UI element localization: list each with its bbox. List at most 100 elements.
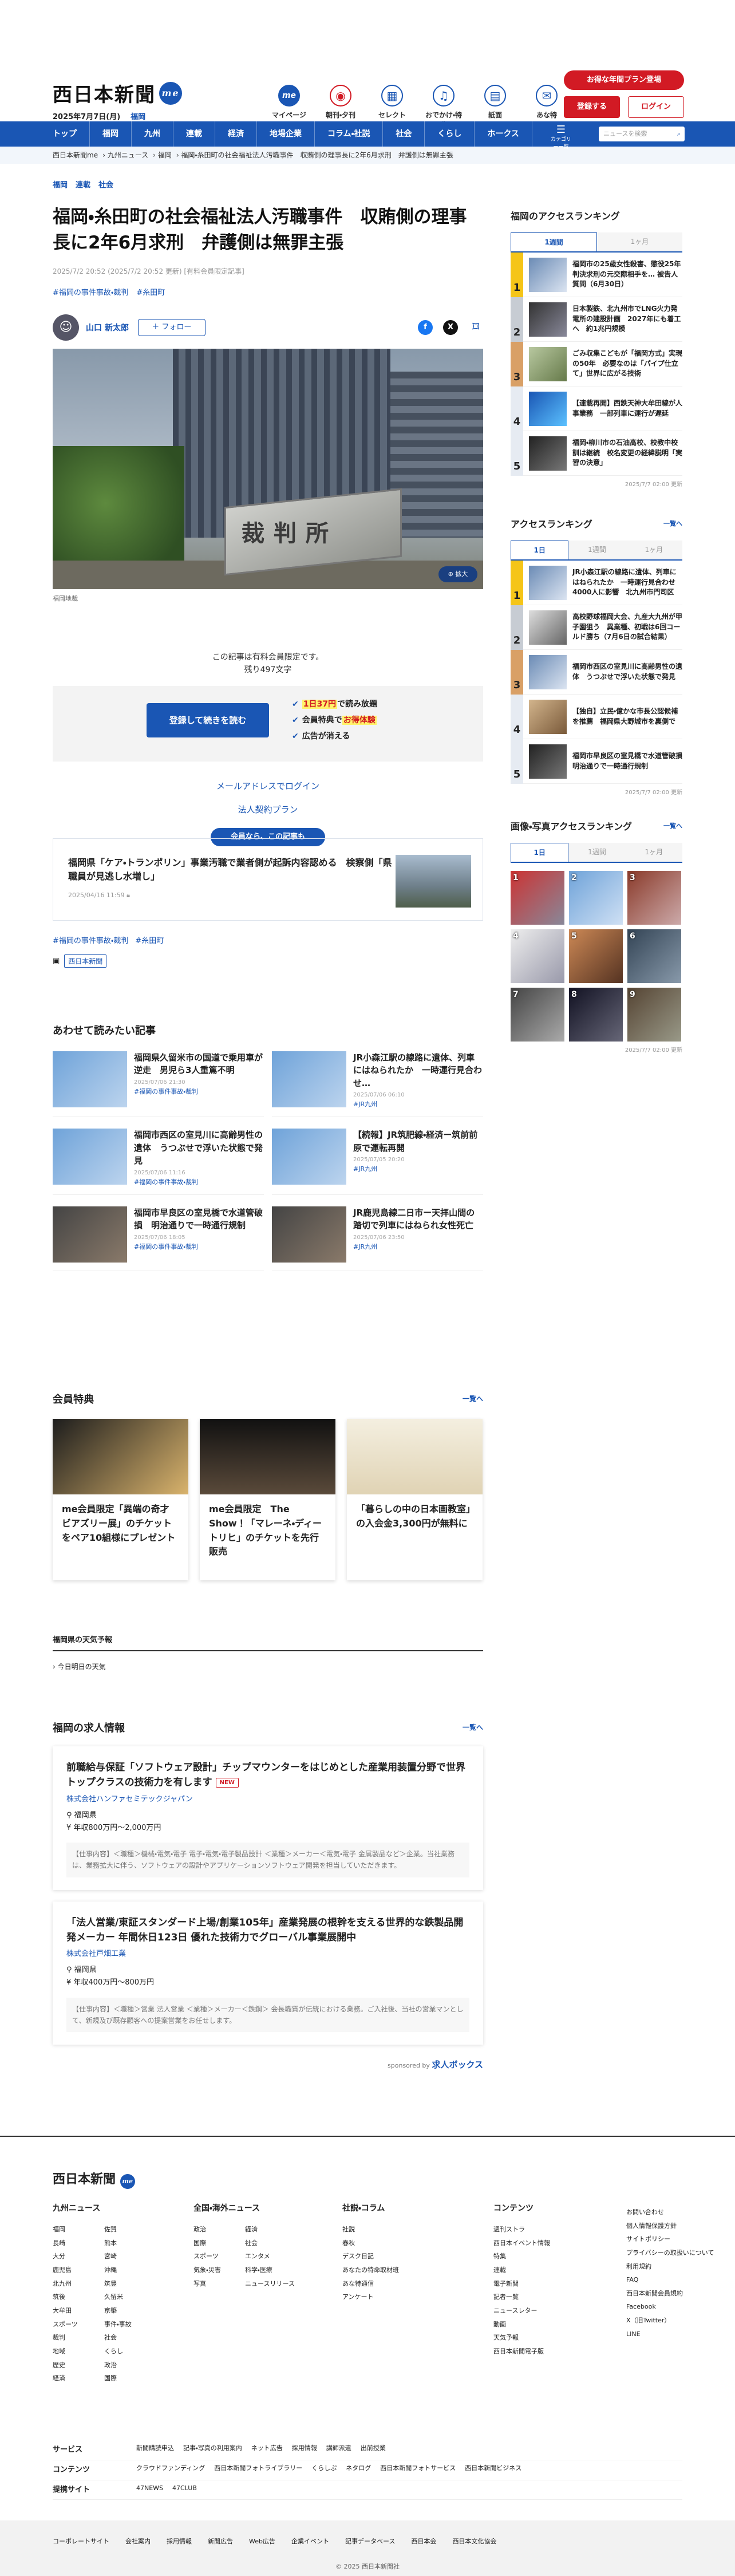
follow-button[interactable]: ＋ フォロー: [137, 318, 206, 336]
ranking-item[interactable]: 5 福岡・柳川市の石油高校、校教中校訓は継続 校名変更の経緯説明「実習の決意」: [511, 431, 682, 476]
footer-link[interactable]: ニュースレター: [493, 2304, 550, 2318]
mail-login-link[interactable]: メールアドレスでログイン: [53, 780, 483, 792]
footer-link[interactable]: 西日本イベント情報: [493, 2236, 550, 2250]
footer-link[interactable]: 大分: [53, 2250, 104, 2263]
campaign-button[interactable]: お得な年間プラン登場: [564, 70, 684, 90]
ranking-item[interactable]: 1 福岡市の25歳女性殺害、懲役25年判決求刑の元交際相手を… 被告人質問（6月3…: [511, 252, 682, 297]
footer-link[interactable]: 個人情報保護方針: [626, 2219, 714, 2233]
gnav-item[interactable]: 経済: [215, 121, 257, 147]
footer-service-link[interactable]: 47CLUB: [172, 2480, 197, 2500]
breadcrumb-item[interactable]: 西日本新聞me: [53, 151, 98, 159]
gnav-item[interactable]: 九州: [132, 121, 173, 147]
footer-bottom-link[interactable]: 西日本文化協会: [452, 2536, 496, 2546]
footer-link[interactable]: 経済: [245, 2223, 297, 2236]
footer-link[interactable]: LINE: [626, 2328, 714, 2341]
category-link[interactable]: #糸田町: [136, 286, 165, 297]
footer-link[interactable]: 大牟田: [53, 2304, 104, 2318]
footer-link[interactable]: 歴史: [53, 2358, 104, 2372]
ranking-item[interactable]: 2 高校野球福岡大会、九産大九州が甲子園狙う 異業種、初戦は6回コールド勝ち（7月…: [511, 605, 682, 650]
publisher-badge[interactable]: 西日本新聞: [64, 954, 107, 968]
footer-link[interactable]: 筑豊: [104, 2277, 156, 2291]
gnav-item[interactable]: くらし: [425, 121, 475, 147]
footer-link[interactable]: アンケート: [342, 2290, 399, 2304]
ranking-item[interactable]: 4 【連載再開】西鉄天神大牟田線が人事業務 一部列車に運行が遅延: [511, 386, 682, 431]
tab-day[interactable]: 1日: [511, 541, 569, 559]
gnav-item[interactable]: 連載: [173, 121, 215, 147]
footer-link[interactable]: 政治: [193, 2223, 245, 2236]
header-region[interactable]: 福岡: [131, 113, 145, 121]
footer-bottom-link[interactable]: 新聞広告: [208, 2536, 233, 2546]
register-button[interactable]: 登録する: [564, 96, 620, 118]
footer-service-link[interactable]: くらしぷ: [311, 2460, 337, 2480]
photo-ranking-item[interactable]: 3: [627, 871, 681, 925]
footer-link[interactable]: 久留米: [104, 2290, 156, 2304]
related-item[interactable]: 福岡市早良区の室見橋で水道管破損 明治通りで一時通行規制 2025/07/06 1…: [53, 1206, 264, 1271]
gnav-item[interactable]: トップ: [53, 121, 90, 147]
footer-link[interactable]: ニュースリリース: [245, 2277, 297, 2291]
footer-bottom-link[interactable]: 記事データベース: [345, 2536, 395, 2546]
photo-ranking-item[interactable]: 7: [511, 988, 564, 1042]
access-more-link[interactable]: 一覧へ: [663, 519, 682, 528]
x-icon[interactable]: X: [443, 319, 458, 335]
ranking-item[interactable]: 3 福岡市西区の室見川に高齢男性の遺体 うつぶせで浮いた状態で発見: [511, 649, 682, 695]
zoom-button[interactable]: ⊕ 拡大: [438, 566, 477, 582]
related-item[interactable]: JR小森江駅の線路に遺体、列車にはねられたか 一時運行見合わせ… 2025/07/…: [272, 1051, 483, 1118]
tab-month[interactable]: 1ヶ月: [625, 541, 682, 559]
member-card[interactable]: 「暮らしの中の日本画教室」の入会金3,300円が無料に: [347, 1419, 483, 1580]
footer-link[interactable]: 連載: [493, 2263, 550, 2277]
footer-service-link[interactable]: 採用情報: [292, 2440, 317, 2460]
footer-link[interactable]: FAQ: [626, 2273, 714, 2287]
tab-week[interactable]: 1週間: [568, 541, 626, 559]
footer-link[interactable]: 国際: [104, 2372, 156, 2385]
footer-service-link[interactable]: 新聞購読申込: [136, 2440, 174, 2460]
footer-link[interactable]: 社会: [245, 2236, 297, 2250]
photo-ranking-item[interactable]: 2: [569, 871, 623, 925]
tab-week[interactable]: 1週間: [511, 232, 597, 251]
gnav-item[interactable]: コラム・社説: [315, 121, 384, 147]
footer-service-link[interactable]: 西日本新聞ビジネス: [465, 2460, 521, 2480]
gnav-item[interactable]: 社会: [383, 121, 425, 147]
footer-link[interactable]: 京築: [104, 2304, 156, 2318]
footer-link[interactable]: 福岡: [53, 2223, 104, 2236]
footer-service-link[interactable]: クラウドファンディング: [136, 2460, 205, 2480]
footer-link[interactable]: 西日本新聞電子版: [493, 2345, 550, 2358]
footer-link[interactable]: スポーツ: [193, 2250, 245, 2263]
member-card[interactable]: me会員限定「異端の奇才 ビアズリー展」のチケットをペア10組様にプレゼント: [53, 1419, 188, 1580]
job-company[interactable]: 株式会社ハンファセミテックジャパン: [66, 1793, 469, 1804]
corporate-plan-link[interactable]: 法人契約プラン: [53, 803, 483, 815]
footer-link[interactable]: Facebook: [626, 2300, 714, 2314]
tag-link[interactable]: #糸田町: [135, 934, 164, 945]
footer-link[interactable]: 国際: [193, 2236, 245, 2250]
job-card[interactable]: 「法人営業/東証スタンダード上場/創業105年」産業発展の根幹を支える世界的な鉄…: [53, 1901, 483, 2045]
footer-service-link[interactable]: ネット広告: [251, 2440, 283, 2460]
related-item[interactable]: 【続報】JR筑肥線・経済ー筑前前原で運転再開 2025/07/05 20:20 #J…: [272, 1129, 483, 1195]
footer-link[interactable]: 写真: [193, 2277, 245, 2291]
job-company[interactable]: 株式会社戸畑工業: [66, 1947, 469, 1958]
tag-link[interactable]: #福岡の事件事故・裁判: [53, 934, 128, 945]
related-item[interactable]: 福岡市西区の室見川に高齢男性の遺体 うつぶせで浮いた状態で発見 2025/07/0…: [53, 1129, 264, 1195]
tab-week[interactable]: 1週間: [568, 843, 626, 862]
footer-bottom-link[interactable]: Web広告: [249, 2536, 275, 2546]
photo-more-link[interactable]: 一覧へ: [663, 821, 682, 830]
footer-link[interactable]: スポーツ: [53, 2318, 104, 2332]
footer-link[interactable]: 北九州: [53, 2277, 104, 2291]
facebook-icon[interactable]: f: [418, 319, 433, 335]
footer-link[interactable]: サイトポリシー: [626, 2232, 714, 2246]
tag-link[interactable]: 社会: [98, 179, 113, 190]
search-icon[interactable]: ⌕: [677, 127, 681, 141]
footer-link[interactable]: 地域: [53, 2345, 104, 2358]
footer-link[interactable]: 気象・災害: [193, 2263, 245, 2277]
weather-link[interactable]: › 今日明日の天気: [53, 1662, 483, 1671]
footer-link[interactable]: 経済: [53, 2372, 104, 2385]
footer-link[interactable]: 科学・医療: [245, 2263, 297, 2277]
photo-ranking-item[interactable]: 4: [511, 929, 564, 983]
footer-link[interactable]: エンタメ: [245, 2250, 297, 2263]
footer-link[interactable]: プライバシーの取扱いについて: [626, 2246, 714, 2260]
footer-link[interactable]: デスク日記: [342, 2250, 399, 2263]
gnav-item[interactable]: 福岡: [90, 121, 132, 147]
photo-ranking-item[interactable]: 5: [569, 929, 623, 983]
footer-link[interactable]: 電子新聞: [493, 2277, 550, 2291]
footer-link[interactable]: お問い合わせ: [626, 2206, 714, 2219]
footer-link[interactable]: 天気予報: [493, 2331, 550, 2345]
footer-bottom-link[interactable]: 採用情報: [167, 2536, 192, 2546]
